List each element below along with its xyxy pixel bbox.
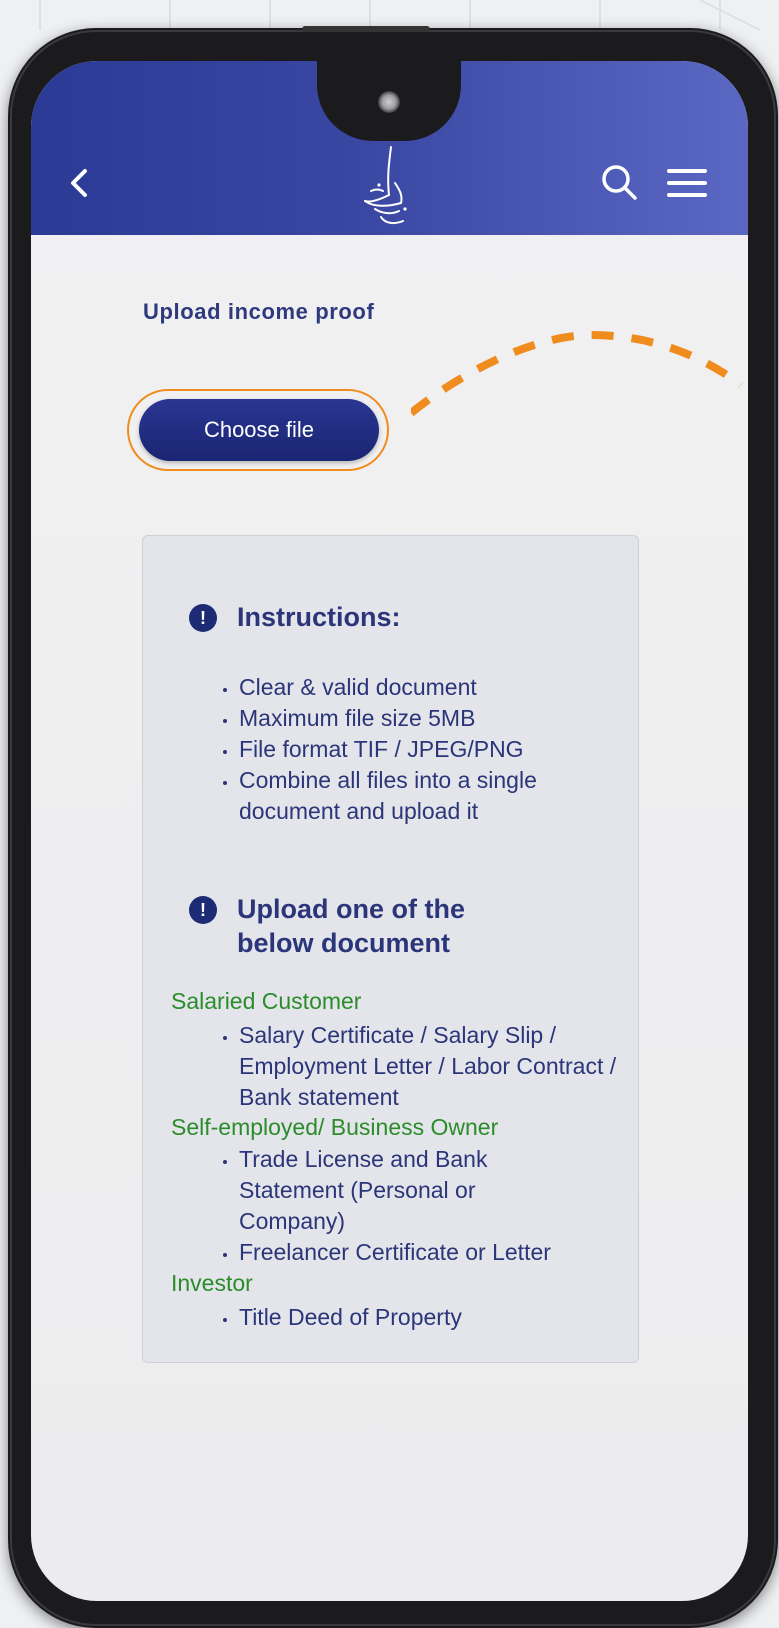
phone-frame: Upload income proof Choose file ! Instru…: [8, 26, 778, 1628]
documents-title: Upload one of the below document: [237, 894, 465, 958]
category-self-employed: Self-employed/ Business Owner: [171, 1114, 499, 1140]
main-content: Upload income proof Choose file ! Instru…: [31, 235, 748, 1601]
list-item: File format TIF / JPEG/PNG: [219, 734, 619, 765]
category-salaried: Salaried Customer: [171, 988, 362, 1014]
list-item: Trade License and Bank Statement (Person…: [219, 1144, 549, 1237]
instructions-panel: ! Instructions: Clear & valid document M…: [142, 535, 639, 1363]
documents-header: ! Upload one of the below document: [189, 892, 589, 960]
list-item: Title Deed of Property: [219, 1302, 619, 1333]
instructions-title: Instructions:: [237, 602, 401, 632]
list-item: Freelancer Certificate or Letter: [219, 1237, 639, 1268]
salaried-list: Salary Certificate / Salary Slip / Emplo…: [219, 1020, 619, 1113]
page-title: Upload income proof: [143, 299, 375, 324]
investor-list: Title Deed of Property: [219, 1302, 619, 1333]
instructions-header: ! Instructions:: [189, 600, 401, 634]
category-investor: Investor: [171, 1270, 253, 1296]
phone-speaker: [302, 26, 430, 32]
list-item: Clear & valid document: [219, 672, 619, 703]
choose-file-button[interactable]: Choose file: [139, 399, 379, 461]
list-item: Salary Certificate / Salary Slip / Emplo…: [219, 1020, 619, 1113]
camera-notch: [317, 61, 461, 141]
back-button[interactable]: [61, 161, 97, 205]
front-camera: [378, 91, 400, 113]
list-item: Maximum file size 5MB: [219, 703, 619, 734]
hamburger-menu-icon: [667, 169, 707, 197]
menu-button[interactable]: [663, 165, 711, 201]
info-icon: !: [189, 604, 217, 632]
calligraphy-logo-icon: [364, 146, 407, 225]
dashed-arrow-annotation: [411, 330, 744, 417]
search-icon: [602, 165, 637, 200]
self-employed-list: Trade License and Bank Statement (Person…: [219, 1144, 551, 1268]
search-button[interactable]: [597, 161, 645, 205]
info-icon: !: [189, 896, 217, 924]
bank-logo: [351, 143, 421, 229]
instructions-list: Clear & valid document Maximum file size…: [219, 672, 619, 827]
phone-screen: Upload income proof Choose file ! Instru…: [31, 61, 748, 1601]
list-item: Combine all files into a single document…: [219, 765, 619, 827]
chevron-left-icon: [71, 169, 87, 197]
